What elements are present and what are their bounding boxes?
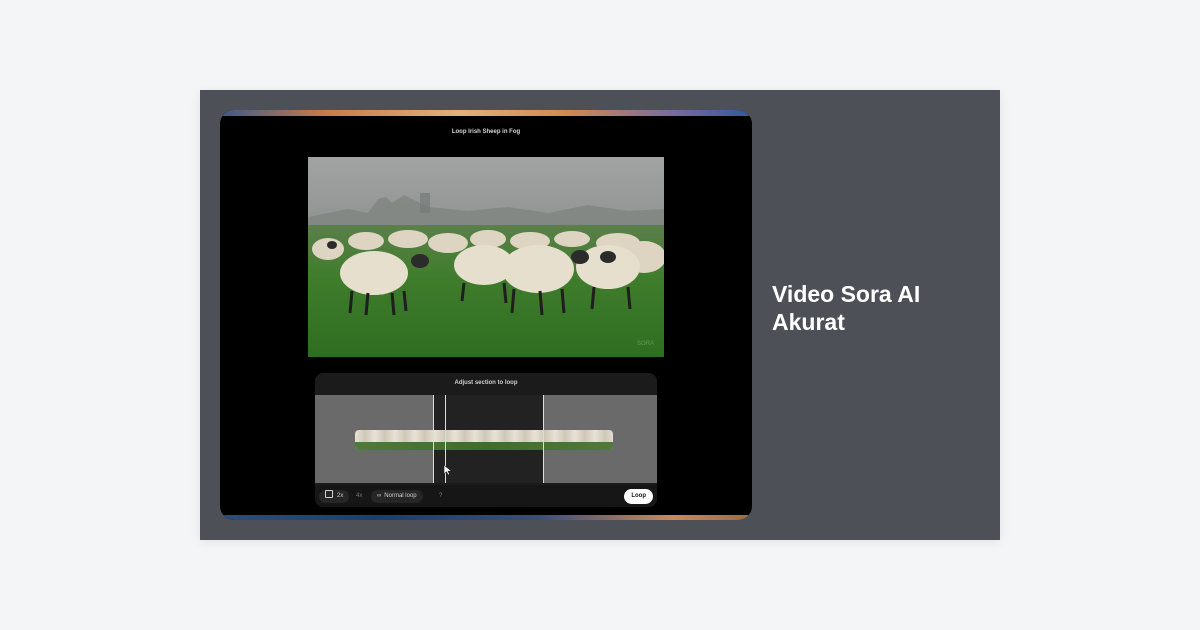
loop-panel-title: Adjust section to loop: [454, 380, 518, 386]
loop-end-handle[interactable]: [543, 395, 544, 483]
bottom-glow-border: [220, 515, 752, 520]
speed-4x-label: 4x: [356, 493, 363, 499]
speed-2x-button[interactable]: 2x: [319, 490, 350, 503]
sora-screenshot: Loop Irish Sheep in Fog SORA Adjust sect…: [220, 110, 752, 520]
speed-2x-label: 2x: [337, 493, 344, 499]
speed-4x-button[interactable]: 4x: [356, 490, 362, 503]
mouse-pointer-icon: [443, 464, 453, 476]
video-watermark: SORA: [636, 341, 654, 347]
infinity-icon: ∞: [377, 493, 382, 499]
video-preview[interactable]: SORA: [308, 157, 664, 357]
timeline-filmstrip[interactable]: [355, 430, 613, 450]
sheep-flock: [312, 230, 664, 316]
loop-start-handle[interactable]: [433, 395, 434, 483]
normal-loop-button[interactable]: ∞ Normal loop: [371, 490, 423, 503]
video-title: Loop Irish Sheep in Fog: [451, 129, 521, 135]
heading-line-1: Video Sora AI: [772, 281, 921, 307]
heading-line-2: Akurat: [772, 309, 845, 335]
article-card: Loop Irish Sheep in Fog SORA Adjust sect…: [200, 90, 1000, 540]
loop-toolbar: 2x 4x ∞ Normal loop ? Loop: [315, 485, 657, 507]
top-glow-border: [220, 110, 752, 116]
help-button[interactable]: ?: [439, 490, 442, 503]
article-heading: Video Sora AI Akurat: [772, 280, 982, 336]
normal-loop-label: Normal loop: [384, 493, 417, 499]
film-icon: [325, 490, 333, 498]
help-label: ?: [439, 493, 443, 499]
loop-editor-panel: Adjust section to loop 2x 4x ∞ Normal loo…: [315, 373, 657, 507]
loop-button[interactable]: Loop: [624, 489, 653, 504]
